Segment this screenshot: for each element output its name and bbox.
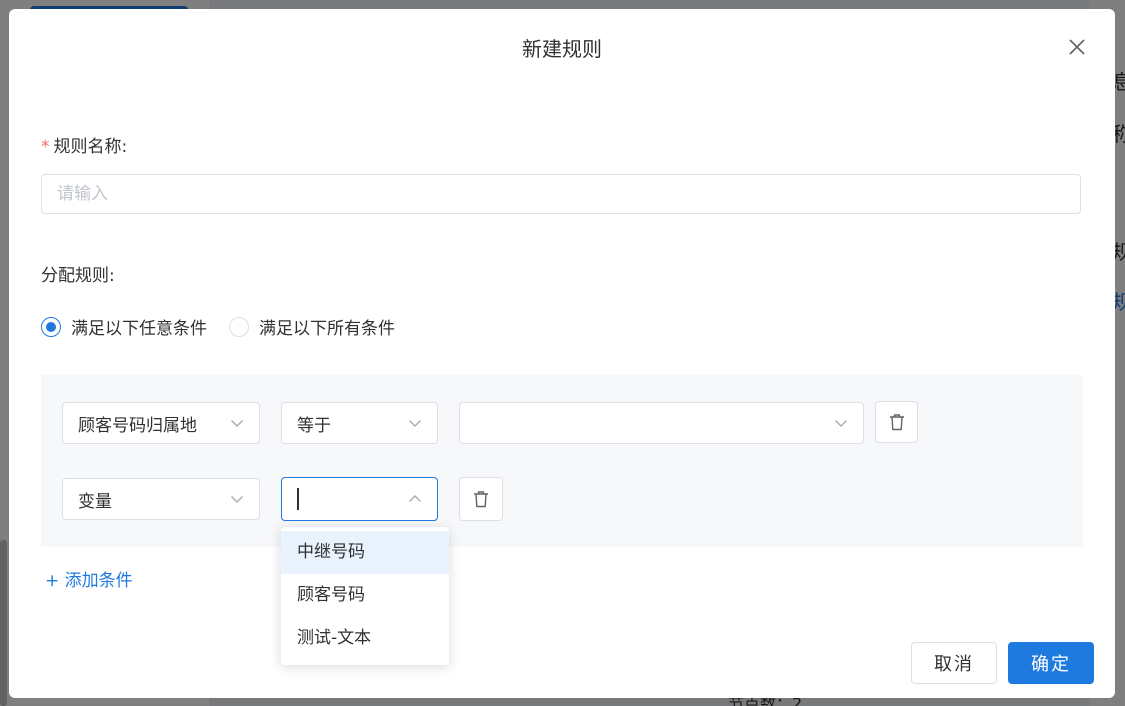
radio-match-all[interactable]: 满足以下所有条件 [229, 314, 395, 339]
rule-name-label-text: 规则名称: [53, 137, 128, 157]
radio-checked-icon [41, 316, 61, 337]
dropdown-option[interactable]: 中继号码 [281, 531, 449, 574]
match-mode-radio-group: 满足以下任意条件 满足以下所有条件 [41, 314, 417, 339]
radio-label: 满足以下所有条件 [259, 319, 395, 339]
trash-icon [889, 414, 904, 431]
conditions-panel: 顾客号码归属地 等于 变量 [41, 375, 1083, 547]
condition-operator-select[interactable]: 等于 [281, 402, 438, 444]
close-button[interactable] [1064, 34, 1090, 60]
confirm-button[interactable]: 确定 [1008, 642, 1094, 684]
radio-match-any[interactable]: 满足以下任意条件 [41, 314, 207, 339]
select-value: 等于 [297, 415, 331, 436]
chevron-down-icon [230, 416, 244, 430]
dropdown-option[interactable]: 顾客号码 [281, 574, 449, 617]
cancel-button[interactable]: 取消 [911, 642, 997, 684]
add-condition-link[interactable]: + 添加条件 [45, 566, 133, 591]
delete-condition-button[interactable] [875, 401, 918, 443]
assign-rule-label: 分配规则: [41, 266, 115, 286]
condition-field-select[interactable]: 变量 [62, 478, 260, 520]
rule-name-label: * 规则名称: [41, 132, 127, 157]
required-star: * [41, 137, 50, 157]
trash-icon [474, 491, 488, 508]
close-icon [1069, 39, 1085, 55]
chevron-up-icon [408, 492, 422, 506]
text-caret [297, 488, 299, 510]
delete-condition-button[interactable] [459, 477, 503, 521]
select-value: 变量 [78, 491, 112, 512]
condition-value-select[interactable] [459, 402, 864, 444]
new-rule-dialog: 新建规则 *规则名称: 分配规则: 满足以下任意条件 满足以下所有条件 顾客号码… [9, 9, 1115, 698]
dialog-title: 新建规则 [522, 37, 602, 61]
select-value [297, 488, 408, 510]
radio-unchecked-icon [229, 316, 249, 337]
rule-name-input[interactable] [41, 174, 1081, 214]
variable-select[interactable] [281, 477, 438, 521]
chevron-down-icon [230, 492, 244, 506]
chevron-down-icon [834, 416, 848, 430]
variable-dropdown: 中继号码 顾客号码 测试-文本 [281, 527, 449, 665]
chevron-down-icon [408, 416, 422, 430]
condition-field-select[interactable]: 顾客号码归属地 [62, 402, 260, 444]
dropdown-option[interactable]: 测试-文本 [281, 617, 449, 660]
select-value: 顾客号码归属地 [78, 415, 197, 436]
radio-label: 满足以下任意条件 [71, 319, 207, 339]
